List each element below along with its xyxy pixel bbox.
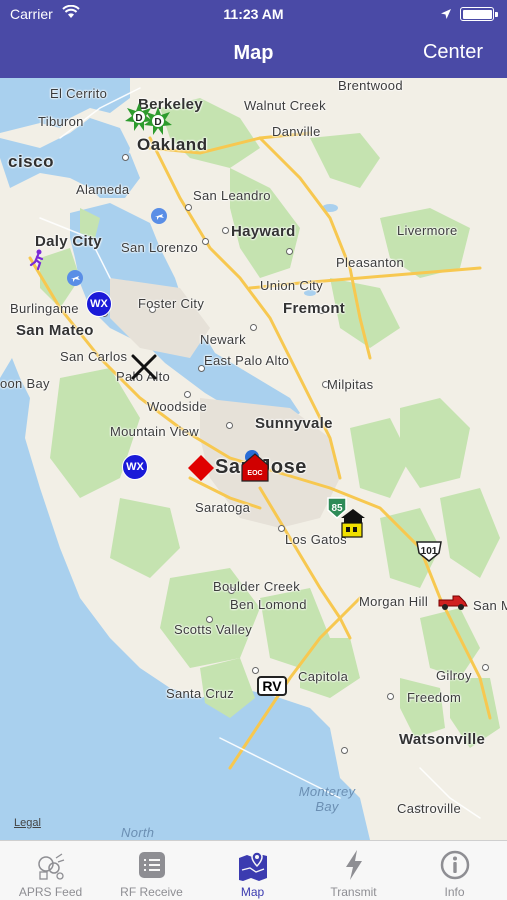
list-icon xyxy=(135,848,169,882)
place-tiburon: Tiburon xyxy=(38,114,84,129)
city-dot xyxy=(202,238,209,245)
place-newark: Newark xyxy=(200,332,246,347)
place-capitola: Capitola xyxy=(298,669,349,684)
tab-rf-receive[interactable]: RF Receive xyxy=(101,841,202,900)
place-north: North xyxy=(121,825,155,840)
place-alameda: Alameda xyxy=(76,182,130,197)
city-dot xyxy=(226,422,233,429)
place-el-cerrito: El Cerrito xyxy=(50,86,108,101)
place-santa-cruz: Santa Cruz xyxy=(166,686,235,701)
place-freedom: Freedom xyxy=(407,690,462,705)
rv-station-marker[interactable]: RV xyxy=(257,676,287,696)
lightning-icon xyxy=(337,848,371,882)
svg-text:101: 101 xyxy=(421,546,438,557)
tab-bar: APRS Feed RF Receive Map Transmit Info xyxy=(0,840,507,900)
place-scotts-valley: Scotts Valley xyxy=(174,622,253,637)
place-saratoga: Saratoga xyxy=(195,500,251,515)
clock-label: 11:23 AM xyxy=(223,6,284,22)
place-brentwood: Brentwood xyxy=(338,78,403,93)
tab-label: RF Receive xyxy=(120,885,183,899)
tab-label: Transmit xyxy=(330,885,377,899)
tab-label: Info xyxy=(444,885,465,899)
tab-aprs-feed[interactable]: APRS Feed xyxy=(0,841,101,900)
place-woodside: Woodside xyxy=(147,399,207,414)
truck-marker[interactable] xyxy=(437,592,469,617)
info-icon xyxy=(438,848,472,882)
city-dot xyxy=(122,154,129,161)
weather-station-marker[interactable]: WX xyxy=(86,291,112,317)
city-dot xyxy=(250,324,257,331)
legal-link[interactable]: Legal xyxy=(14,817,41,829)
place-livermore: Livermore xyxy=(397,223,458,238)
tab-map[interactable]: Map xyxy=(202,841,303,900)
place-morgan-hill: Morgan Hill xyxy=(359,594,429,609)
center-button[interactable]: Center xyxy=(423,41,483,64)
place-san-francisco: cisco xyxy=(8,152,54,171)
place-boulder-creek: Boulder Creek xyxy=(213,579,300,594)
diamond-marker[interactable] xyxy=(187,454,215,487)
city-dot xyxy=(222,227,229,234)
place-sunnyvale: Sunnyvale xyxy=(255,415,333,432)
place-san-leandro: San Leandro xyxy=(193,188,271,203)
city-dot xyxy=(387,693,394,700)
city-dot xyxy=(286,248,293,255)
svg-text:D: D xyxy=(154,117,161,128)
house-marker[interactable] xyxy=(338,506,368,545)
airport-icon xyxy=(151,208,167,229)
svg-text:D: D xyxy=(135,113,142,124)
place-monterey-bay: Monterey Bay xyxy=(298,784,356,814)
tab-transmit[interactable]: Transmit xyxy=(303,841,404,900)
aprs-feed-icon xyxy=(34,848,68,882)
place-fremont: Fremont xyxy=(283,300,346,317)
place-san-lorenzo: San Lorenzo xyxy=(121,240,199,255)
battery-icon xyxy=(460,7,498,21)
place-daly-city: Daly City xyxy=(35,233,102,250)
place-half-moon-bay: oon Bay xyxy=(0,376,50,391)
city-dot xyxy=(278,525,285,532)
us-101-shield: 101 xyxy=(414,539,444,568)
weather-station-marker[interactable]: WX xyxy=(122,454,148,480)
x-marker[interactable] xyxy=(130,353,158,386)
location-arrow-icon xyxy=(440,7,452,25)
city-dot xyxy=(341,747,348,754)
place-milpitas: Milpitas xyxy=(327,377,374,392)
place-san-martin: San M xyxy=(473,598,507,613)
place-pleasanton: Pleasanton xyxy=(336,255,405,270)
map-icon xyxy=(236,848,270,882)
place-watsonville: Watsonville xyxy=(399,731,486,748)
navigation-bar: Map Center xyxy=(0,30,507,78)
city-dot xyxy=(185,204,192,211)
place-mountain-view: Mountain View xyxy=(110,424,199,439)
city-dot xyxy=(482,664,489,671)
place-east-palo-alto: East Palo Alto xyxy=(204,353,290,368)
status-bar: Carrier 11:23 AM xyxy=(0,0,507,30)
place-hayward: Hayward xyxy=(231,223,296,240)
place-gilroy: Gilroy xyxy=(436,668,472,683)
place-union-city: Union City xyxy=(260,278,323,293)
tab-info[interactable]: Info xyxy=(404,841,505,900)
place-burlingame: Burlingame xyxy=(10,301,79,316)
map-view[interactable]: El Cerrito Berkeley Walnut Creek Brentwo… xyxy=(0,78,507,840)
svg-text:EOC: EOC xyxy=(247,470,262,477)
eoc-marker[interactable]: EOC xyxy=(240,449,270,488)
tab-label: Map xyxy=(240,885,265,899)
jogger-marker[interactable] xyxy=(28,249,46,276)
place-walnut-creek: Walnut Creek xyxy=(244,98,326,113)
place-foster-city: Foster City xyxy=(138,296,205,311)
place-san-mateo: San Mateo xyxy=(16,322,94,339)
airport-icon xyxy=(67,270,83,291)
tab-label: APRS Feed xyxy=(18,885,83,899)
place-danville: Danville xyxy=(272,124,321,139)
place-san-carlos: San Carlos xyxy=(60,349,128,364)
city-dot xyxy=(252,667,259,674)
city-dot xyxy=(184,391,191,398)
place-castroville: Castroville xyxy=(397,801,461,816)
digipeater-marker[interactable]: D xyxy=(143,106,173,141)
place-ben-lomond: Ben Lomond xyxy=(230,597,307,612)
